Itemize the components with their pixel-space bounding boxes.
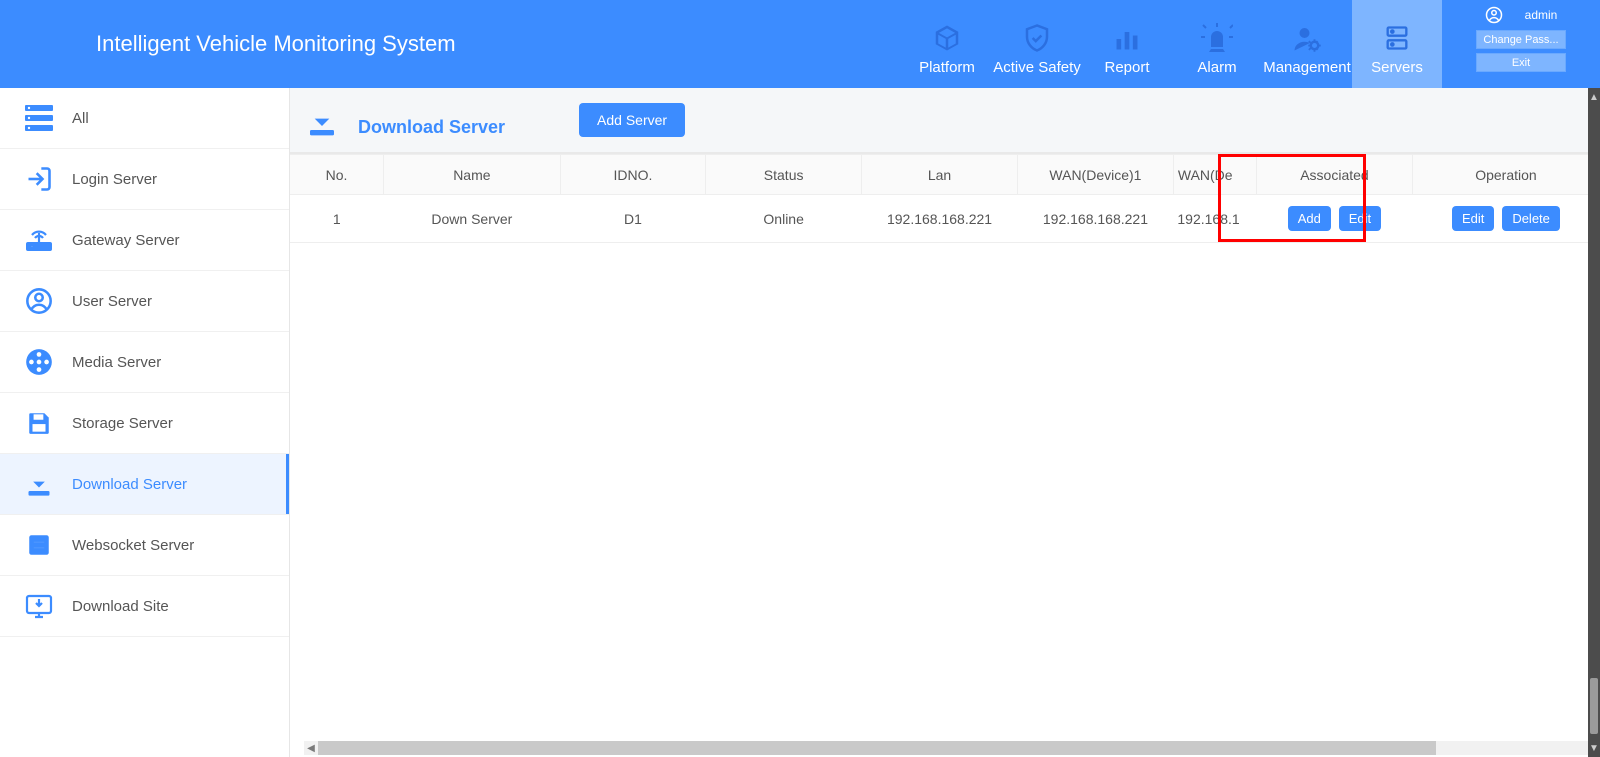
sidebar-item-media-server[interactable]: Media Server [0,332,289,393]
nav-report[interactable]: Report [1082,0,1172,88]
nav-active-safety[interactable]: Active Safety [992,0,1082,88]
nav-label: Alarm [1197,59,1236,76]
nav-label: Active Safety [993,59,1081,76]
exit-button[interactable]: Exit [1476,53,1566,72]
cell-status: Online [706,195,862,243]
user-gear-icon [1292,19,1322,53]
sidebar-item-label: Gateway Server [72,232,180,249]
page-title: Download Server [358,117,505,138]
change-password-button[interactable]: Change Pass... [1476,30,1566,49]
table-row: 1 Down Server D1 Online 192.168.168.221 … [290,195,1600,243]
col-lan: Lan [862,155,1018,195]
row-edit-button[interactable]: Edit [1452,206,1494,231]
scroll-down-arrow-icon[interactable]: ▼ [1588,739,1600,757]
sidebar-item-user-server[interactable]: User Server [0,271,289,332]
download-icon [24,469,54,499]
user-avatar-icon [1485,6,1503,24]
col-status: Status [706,155,862,195]
save-disk-icon [24,408,54,438]
col-idno: IDNO. [560,155,706,195]
sidebar-item-download-server[interactable]: Download Server [0,454,289,515]
sidebar: All Login Server Gateway Server User Ser… [0,88,290,757]
row-delete-button[interactable]: Delete [1502,206,1560,231]
sidebar-item-label: All [72,110,89,127]
nav-label: Management [1263,59,1351,76]
bar-chart-icon [1112,19,1142,53]
user-panel: admin Change Pass... Exit [1442,0,1600,88]
nav-label: Servers [1371,59,1423,76]
sidebar-item-label: Websocket Server [72,537,194,554]
media-reel-icon [24,347,54,377]
sidebar-item-gateway-server[interactable]: Gateway Server [0,210,289,271]
cell-wan-trunc: 192.168.1 [1173,195,1256,243]
col-wan1: WAN(Device)1 [1017,155,1173,195]
col-wan-trunc: WAN(De [1173,155,1256,195]
sidebar-item-label: Storage Server [72,415,173,432]
app-title: Intelligent Vehicle Monitoring System [0,0,456,88]
shield-check-icon [1022,19,1052,53]
associated-add-button[interactable]: Add [1288,206,1331,231]
add-server-button[interactable]: Add Server [579,103,685,137]
cube-icon [932,19,962,53]
cell-operation: Edit Delete [1412,195,1599,243]
nav-platform[interactable]: Platform [902,0,992,88]
associated-edit-button[interactable]: Edit [1339,206,1381,231]
sidebar-item-label: Download Site [72,598,169,615]
cell-idno: D1 [560,195,706,243]
col-operation: Operation [1412,155,1599,195]
server-rack-icon [1383,19,1411,53]
download-monitor-icon [24,591,54,621]
user-circle-icon [24,286,54,316]
servers-list-icon [24,103,54,133]
vertical-scroll-thumb[interactable] [1590,678,1598,734]
nav-label: Platform [919,59,975,76]
nav-alarm[interactable]: Alarm [1172,0,1262,88]
sidebar-item-label: User Server [72,293,152,310]
servers-table: No. Name IDNO. Status Lan WAN(Device)1 W… [290,154,1600,243]
table-wrap: No. Name IDNO. Status Lan WAN(Device)1 W… [290,154,1600,757]
sidebar-item-label: Login Server [72,171,157,188]
sidebar-item-login-server[interactable]: Login Server [0,149,289,210]
nav-label: Report [1104,59,1149,76]
col-no: No. [290,155,384,195]
cell-name: Down Server [384,195,561,243]
scroll-left-arrow-icon[interactable]: ◀ [304,741,318,755]
login-icon [24,164,54,194]
horizontal-scrollbar[interactable]: ◀ ▶ [318,741,1588,755]
sidebar-item-label: Download Server [72,476,187,493]
main-nav: Platform Active Safety Report Alarm Mana… [902,0,1442,88]
nav-servers[interactable]: Servers [1352,0,1442,88]
user-name: admin [1525,8,1558,22]
sidebar-item-download-site[interactable]: Download Site [0,576,289,637]
router-icon [24,225,54,255]
nav-management[interactable]: Management [1262,0,1352,88]
cell-wan1: 192.168.168.221 [1017,195,1173,243]
sidebar-item-label: Media Server [72,354,161,371]
cell-no: 1 [290,195,384,243]
content-area: Download Server Add Server [290,88,1600,757]
cell-lan: 192.168.168.221 [862,195,1018,243]
cell-associated: Add Edit [1257,195,1413,243]
col-associated: Associated [1257,155,1413,195]
scroll-up-arrow-icon[interactable]: ▲ [1588,88,1600,106]
scroll-thumb[interactable] [318,741,1436,755]
alarm-light-icon [1201,19,1233,53]
app-header: Intelligent Vehicle Monitoring System Pl… [0,0,1600,88]
window-vertical-scrollbar[interactable]: ▲ ▼ [1588,88,1600,757]
table-header-row: No. Name IDNO. Status Lan WAN(Device)1 W… [290,155,1600,195]
websocket-icon [24,530,54,560]
download-icon [304,102,340,138]
content-header: Download Server Add Server [290,88,1600,154]
sidebar-item-all[interactable]: All [0,88,289,149]
col-name: Name [384,155,561,195]
sidebar-item-websocket-server[interactable]: Websocket Server [0,515,289,576]
sidebar-item-storage-server[interactable]: Storage Server [0,393,289,454]
